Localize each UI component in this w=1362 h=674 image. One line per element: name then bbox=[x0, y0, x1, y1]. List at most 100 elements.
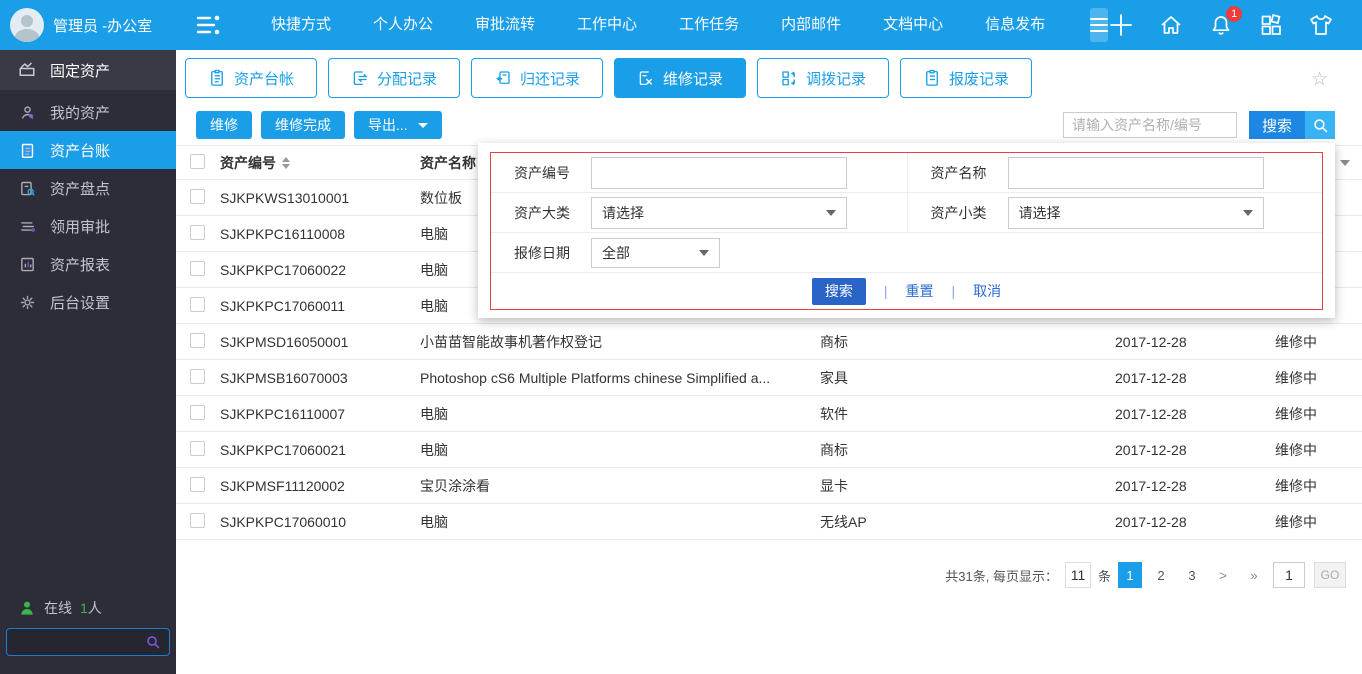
quick-search-button[interactable]: 搜索 bbox=[1248, 111, 1335, 139]
page-2[interactable]: 2 bbox=[1149, 562, 1173, 588]
panel-cancel-button[interactable]: 取消 bbox=[973, 281, 1001, 301]
tab-allocation-records[interactable]: 分配记录 bbox=[328, 58, 460, 98]
asset-code-field[interactable] bbox=[591, 156, 847, 189]
repair-date-cell: 2017-12-28 bbox=[1115, 477, 1187, 494]
sidebar-item-label: 资产盘点 bbox=[50, 180, 111, 198]
notifications-bell-icon[interactable]: 1 bbox=[1208, 6, 1243, 38]
repair-button[interactable]: 维修 bbox=[196, 111, 252, 139]
row-checkbox[interactable] bbox=[190, 476, 205, 492]
home-icon[interactable] bbox=[1158, 12, 1184, 38]
search-icon bbox=[1305, 111, 1335, 139]
quick-search-input[interactable] bbox=[1062, 112, 1237, 138]
column-settings-caret-icon[interactable] bbox=[1340, 160, 1350, 166]
table-row[interactable]: SJKPMSB16070003 Photoshop cS6 Multiple P… bbox=[176, 360, 1362, 396]
menu-item-personal-office[interactable]: 个人办公 bbox=[352, 0, 454, 50]
asset-code-cell: SJKPMSD16050001 bbox=[220, 333, 349, 350]
goto-page-input[interactable] bbox=[1273, 562, 1305, 588]
status-cell: 维修中 bbox=[1275, 405, 1317, 422]
more-menu-icon[interactable] bbox=[1090, 8, 1109, 42]
menu-item-info-publish[interactable]: 信息发布 bbox=[964, 0, 1066, 50]
user-info[interactable]: 管理员 -办公室 bbox=[0, 0, 176, 50]
asset-code-cell: SJKPKPC16110008 bbox=[220, 225, 346, 242]
menu-item-approval-flow[interactable]: 审批流转 bbox=[454, 0, 556, 50]
asset-code-cell: SJKPKPC17060011 bbox=[220, 297, 346, 314]
go-button[interactable]: GO bbox=[1314, 562, 1346, 588]
page-3[interactable]: 3 bbox=[1180, 562, 1204, 588]
logout-power-icon[interactable] bbox=[1358, 12, 1362, 38]
menu-item-internal-mail[interactable]: 内部邮件 bbox=[760, 0, 862, 50]
panel-search-button[interactable]: 搜索 bbox=[811, 277, 866, 305]
sidebar-collapse-icon[interactable] bbox=[196, 15, 220, 35]
row-checkbox[interactable] bbox=[190, 512, 205, 528]
row-checkbox[interactable] bbox=[190, 224, 205, 240]
row-checkbox[interactable] bbox=[190, 296, 205, 312]
asset-minor-category-select[interactable]: 请选择 bbox=[1007, 196, 1264, 229]
row-checkbox[interactable] bbox=[190, 260, 205, 276]
asset-major-category-select[interactable]: 请选择 bbox=[591, 196, 847, 229]
page-size-box[interactable]: 11 bbox=[1064, 562, 1091, 588]
online-count: 1 bbox=[80, 600, 88, 616]
menu-item-shortcuts[interactable]: 快捷方式 bbox=[250, 0, 352, 50]
asset-category-cell: 家具 bbox=[820, 369, 848, 386]
sort-icon[interactable] bbox=[282, 156, 290, 169]
status-cell: 维修中 bbox=[1275, 477, 1317, 494]
star-favorite-icon[interactable]: ☆ bbox=[1311, 68, 1328, 91]
row-checkbox[interactable] bbox=[190, 332, 205, 348]
repair-date-select[interactable]: 全部 bbox=[591, 237, 720, 268]
tab-return-records[interactable]: 归还记录 bbox=[471, 58, 603, 98]
next-page-button[interactable]: > bbox=[1211, 562, 1235, 588]
sidebar-item-asset-inventory[interactable]: 资产盘点 bbox=[0, 169, 176, 207]
sidebar-item-asset-reports[interactable]: 资产报表 bbox=[0, 245, 176, 283]
table-row[interactable]: SJKPKPC16110007 电脑 软件 2017-12-28 维修中 bbox=[176, 396, 1362, 432]
asset-reports-icon bbox=[18, 255, 36, 273]
page-size-unit: 条 bbox=[1097, 568, 1111, 584]
table-row[interactable]: SJKPMSF11120002 宝贝涂涂看 显卡 2017-12-28 维修中 bbox=[176, 468, 1362, 504]
tab-transfer-records[interactable]: 调拨记录 bbox=[757, 58, 889, 98]
sidebar-item-my-assets[interactable]: 我的资产 bbox=[0, 93, 176, 131]
asset-code-cell: SJKPKPC16110007 bbox=[220, 405, 346, 422]
sidebar-module-fixed-assets[interactable]: 固定资产 bbox=[0, 50, 176, 90]
theme-shirt-icon[interactable] bbox=[1308, 12, 1334, 38]
repair-date-label: 报修日期 bbox=[514, 244, 570, 261]
add-icon[interactable] bbox=[1108, 12, 1134, 38]
tab-label: 资产台帐 bbox=[233, 70, 294, 88]
last-page-button[interactable]: » bbox=[1242, 562, 1266, 588]
chevron-down-icon bbox=[1242, 209, 1253, 216]
user-name: 管理员 -办公室 bbox=[53, 17, 153, 35]
chevron-down-icon bbox=[699, 249, 709, 256]
table-row[interactable]: SJKPMSD16050001 小苗苗智能故事机著作权登记 商标 2017-12… bbox=[176, 324, 1362, 360]
menu-item-document-center[interactable]: 文档中心 bbox=[862, 0, 964, 50]
chevron-down-icon bbox=[417, 122, 428, 128]
tab-repair-records[interactable]: 维修记录 bbox=[614, 58, 746, 98]
asset-category-cell: 商标 bbox=[820, 441, 848, 458]
page-1[interactable]: 1 bbox=[1118, 562, 1142, 588]
menu-item-work-tasks[interactable]: 工作任务 bbox=[658, 0, 760, 50]
tab-scrap-records[interactable]: 报废记录 bbox=[900, 58, 1032, 98]
table-row[interactable]: SJKPKPC17060021 电脑 商标 2017-12-28 维修中 bbox=[176, 432, 1362, 468]
row-checkbox[interactable] bbox=[190, 404, 205, 420]
asset-name-field[interactable] bbox=[1007, 156, 1264, 189]
table-row[interactable]: SJKPKPC17060010 电脑 无线AP 2017-12-28 维修中 bbox=[176, 504, 1362, 540]
sidebar-search-icon[interactable] bbox=[145, 634, 169, 650]
modules-grid-icon[interactable] bbox=[1258, 12, 1284, 38]
asset-code-cell: SJKPKPC17060021 bbox=[220, 441, 347, 458]
sidebar-item-usage-approval[interactable]: 领用审批 bbox=[0, 207, 176, 245]
repair-done-button[interactable]: 维修完成 bbox=[261, 111, 345, 139]
col-asset-code[interactable]: 资产编号 bbox=[220, 153, 276, 173]
panel-reset-button[interactable]: 重置 bbox=[906, 281, 934, 301]
sidebar-item-asset-ledger[interactable]: 资产台账 bbox=[0, 131, 176, 169]
menu-item-work-center[interactable]: 工作中心 bbox=[556, 0, 658, 50]
export-dropdown-button[interactable]: 导出... bbox=[354, 111, 442, 139]
online-status: 在线 1人 bbox=[6, 598, 170, 618]
sidebar-item-admin-settings[interactable]: 后台设置 bbox=[0, 283, 176, 321]
row-checkbox[interactable] bbox=[190, 440, 205, 456]
tab-asset-ledger[interactable]: 资产台帐 bbox=[185, 58, 317, 98]
top-right-icons: 1 bbox=[1108, 6, 1362, 38]
sidebar-search-input[interactable] bbox=[7, 634, 145, 650]
col-asset-name[interactable]: 资产名称 bbox=[420, 153, 476, 173]
row-checkbox[interactable] bbox=[190, 188, 205, 204]
tab-label: 报废记录 bbox=[948, 70, 1009, 88]
row-checkbox[interactable] bbox=[190, 368, 205, 384]
select-all-checkbox[interactable] bbox=[190, 153, 205, 169]
asset-code-cell: SJKPKWS13010001 bbox=[220, 189, 350, 206]
